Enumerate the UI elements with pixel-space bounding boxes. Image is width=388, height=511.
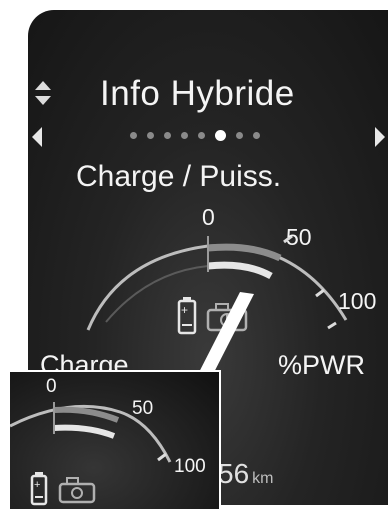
gauge-tick-label-50: 50 — [286, 224, 312, 250]
battery-icon: + — [177, 297, 197, 335]
charge-bar — [207, 261, 273, 280]
inset-tick-label-50: 50 — [132, 398, 154, 419]
inset-tick-mark-100 — [157, 452, 167, 462]
inset-power-bar — [53, 406, 120, 423]
gauge-dial-arc-inner — [105, 265, 209, 323]
inset-charge-bar — [53, 424, 116, 439]
tick-mark-75 — [315, 288, 325, 298]
power-percent-label: %PWR — [278, 350, 365, 380]
svg-text:+: + — [34, 479, 40, 491]
power-bar — [207, 243, 282, 262]
odometer-unit: km — [252, 470, 274, 487]
zoom-inset: + 0 50 100 — [8, 370, 221, 511]
tick-mark-100 — [327, 321, 337, 330]
gauge-dial-arc — [86, 244, 348, 331]
odometer: 56 km — [218, 458, 273, 490]
odometer-value: 56 — [218, 458, 250, 489]
inset-tick-label-100: 100 — [174, 456, 206, 477]
inset-engine-icon — [58, 477, 96, 504]
inset-tick-label-0: 0 — [46, 376, 57, 397]
inset-battery-icon: + — [30, 472, 48, 506]
inset-gauge: + — [10, 402, 172, 506]
svg-text:+: + — [181, 303, 188, 317]
gauge-tick-label-0: 0 — [202, 204, 215, 230]
gauge-tick-label-100: 100 — [338, 288, 377, 314]
